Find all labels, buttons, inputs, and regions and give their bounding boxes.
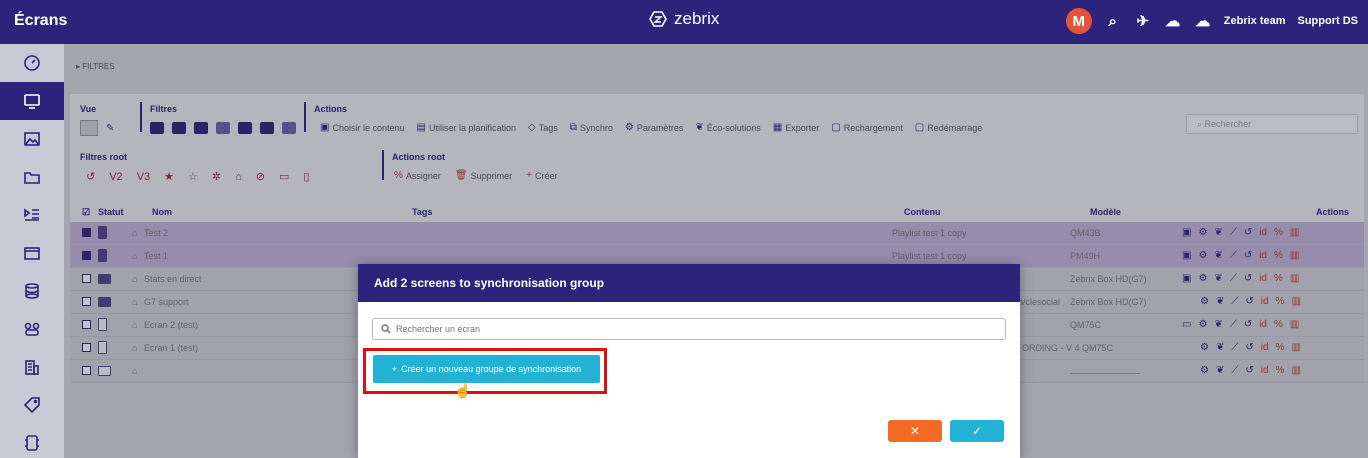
sidebar-item-tags[interactable] — [0, 386, 64, 424]
sidebar-item-devices[interactable] — [0, 424, 64, 458]
rocket-icon[interactable]: ✈ — [1134, 12, 1152, 30]
brand-name: zebrix — [674, 9, 720, 28]
create-sync-group-button[interactable]: + Créer un nouveau groupe de synchronisa… — [373, 355, 600, 383]
building-icon — [25, 360, 39, 375]
sidebar-item-database[interactable] — [0, 272, 64, 310]
gauge-icon — [24, 55, 40, 71]
apps-icon — [24, 322, 40, 336]
sidebar-item-media[interactable] — [0, 120, 64, 158]
tag-icon — [23, 397, 40, 414]
create-sync-group-label: Créer un nouveau groupe de synchronisati… — [401, 364, 582, 374]
cancel-button[interactable]: ✕ — [888, 420, 942, 442]
confirm-button[interactable]: ✓ — [950, 420, 1004, 442]
modal-title: Add 2 screens to synchronisation group — [358, 264, 1020, 302]
sidebar-item-dashboard[interactable] — [0, 44, 64, 82]
monitor-icon — [24, 94, 40, 109]
page-title: Écrans — [14, 12, 68, 29]
sidebar-item-playlists[interactable] — [0, 196, 64, 234]
sync-group-modal: Add 2 screens to synchronisation group +… — [358, 264, 1020, 458]
search-icon[interactable]: ⌕ — [1104, 12, 1122, 30]
sidebar-item-apps[interactable] — [0, 310, 64, 348]
screen-search-field[interactable] — [372, 318, 1006, 340]
folder-icon — [24, 172, 40, 184]
cloud-upload-icon[interactable]: ☁ — [1194, 12, 1212, 30]
sidebar — [0, 44, 64, 458]
plus-icon: + — [391, 364, 398, 374]
cloud-notification-icon[interactable]: ☁ — [1164, 12, 1182, 30]
brand-logo[interactable]: zebrix — [648, 9, 719, 29]
avatar[interactable]: M — [1065, 8, 1092, 34]
zebrix-logo-icon — [649, 11, 667, 27]
database-icon — [25, 283, 39, 299]
support-link[interactable]: Support DS — [1298, 15, 1359, 27]
playlist-icon — [24, 208, 39, 221]
top-bar: Écrans zebrix M ⌕ ✈ ☁ ☁ Zebrix team Supp… — [0, 0, 1368, 44]
sidebar-item-calendar[interactable] — [0, 234, 64, 272]
image-icon — [24, 132, 40, 146]
sidebar-item-folders[interactable] — [0, 158, 64, 196]
device-icon — [25, 435, 39, 451]
search-icon — [381, 324, 391, 334]
team-link[interactable]: Zebrix team — [1224, 15, 1286, 27]
sidebar-item-screens[interactable] — [0, 82, 64, 120]
hand-cursor-icon: ☝ — [454, 382, 472, 398]
sidebar-item-buildings[interactable] — [0, 348, 64, 386]
calendar-icon — [24, 247, 40, 260]
screen-search-input[interactable] — [396, 324, 996, 334]
